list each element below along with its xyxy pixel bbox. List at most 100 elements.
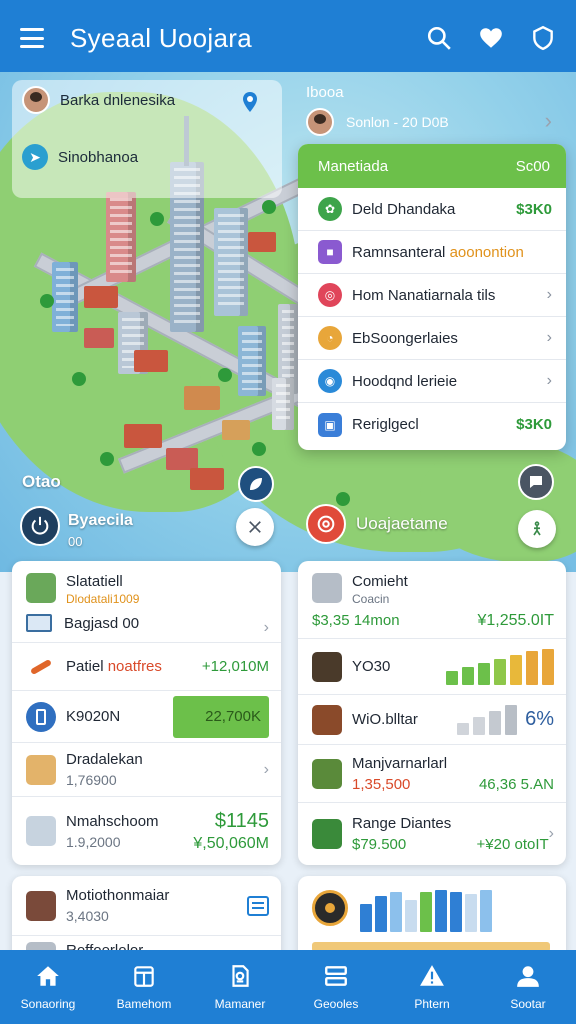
list-item[interactable]: Patiel noatfres +12,010M — [12, 643, 281, 691]
location-marker-button[interactable] — [238, 466, 274, 502]
tree — [150, 212, 164, 226]
menu-header-value: Sc00 — [515, 157, 550, 175]
row-value-right: +¥20 otoIT — [476, 836, 549, 853]
tab-layers[interactable]: Geooles — [288, 950, 384, 1024]
building — [106, 192, 136, 282]
right-location-header[interactable]: Ibooa Sonlon - 20 D0B › — [302, 80, 566, 140]
house — [124, 424, 162, 448]
sub-location-row[interactable]: ➤ Sinobhanoa — [22, 144, 138, 170]
bar — [510, 654, 522, 685]
building — [214, 208, 248, 316]
menu-item[interactable]: ✿ Deld Dhandaka $3K0 — [298, 188, 566, 231]
list-item[interactable]: Motiothonmaiar 3,4030 — [12, 876, 281, 936]
menu-item-value: $3K0 — [516, 416, 552, 433]
list-item[interactable]: K9020N 22,700K — [12, 691, 281, 743]
heart-icon[interactable] — [478, 25, 504, 51]
list-item[interactable]: YO30 — [298, 639, 566, 695]
menu-item[interactable]: ◔ EbSoongerlaies › — [298, 317, 566, 360]
house — [184, 386, 220, 410]
avatar — [306, 108, 334, 136]
menu-item[interactable]: ▣ Reriglgecl $3K0 — [298, 403, 566, 446]
shield-icon[interactable] — [530, 25, 556, 51]
row-title: K9020N — [66, 708, 121, 725]
building — [272, 378, 294, 430]
menu-item[interactable]: ◉ Hoodqnd lerieie › — [298, 360, 566, 403]
navigation-icon: ➤ — [22, 144, 48, 170]
menu-header-label: Manetiada — [318, 157, 389, 175]
tab-alerts[interactable]: Phtern — [384, 950, 480, 1024]
person-walk-icon — [533, 521, 541, 536]
bar-chart — [360, 890, 492, 932]
bar — [435, 890, 447, 932]
shop-icon — [312, 758, 342, 789]
power-button[interactable] — [20, 506, 60, 546]
power-icon — [31, 516, 49, 535]
leaf-icon — [250, 478, 262, 490]
pie-chart-icon: ◔ — [318, 326, 342, 350]
target-button[interactable] — [306, 504, 346, 544]
row-value: 6% — [525, 708, 554, 730]
list-item[interactable]: Manjvarnarlarl 1,35,500 46,36 5.AN — [298, 745, 566, 803]
row-subtitle: 3,4030 — [66, 908, 109, 924]
bar — [405, 900, 417, 932]
hamburger-menu-button[interactable] — [20, 28, 44, 48]
house — [134, 350, 168, 372]
house — [190, 468, 224, 490]
list-item[interactable]: Dradalekan 1,76900 › — [12, 743, 281, 797]
bar — [478, 662, 490, 685]
list-item[interactable]: Range Diantes $79.500 +¥20 otoIT › — [298, 803, 566, 865]
tab-label: Sootar — [510, 997, 546, 1011]
bar — [505, 704, 518, 735]
tab-documents[interactable]: Mamaner — [192, 950, 288, 1024]
row-title: WiO.blltar — [352, 711, 418, 728]
record-icon[interactable] — [312, 890, 348, 926]
store-icon — [134, 966, 154, 987]
chevron-right-icon: › — [544, 108, 552, 133]
bar — [390, 892, 402, 932]
target-icon — [317, 515, 335, 533]
house — [222, 420, 250, 440]
list-icon[interactable] — [247, 895, 269, 916]
wrench-icon — [31, 659, 51, 674]
chat-button[interactable] — [518, 464, 554, 500]
row-value: +12,010M — [201, 658, 269, 675]
search-icon[interactable] — [426, 25, 452, 51]
bar — [462, 666, 474, 685]
list-item[interactable]: WiO.blltar 6% — [298, 695, 566, 745]
row-title: Motiothonmaiar — [66, 887, 170, 904]
tools-button[interactable] — [236, 508, 274, 546]
row-title: Patiel noatfres — [66, 658, 162, 675]
location-menu-card: Manetiada Sc00 ✿ Deld Dhandaka $3K0 ■ Ra… — [298, 144, 566, 450]
list-item[interactable]: Slatatiell Dlodatali1009 Bagjasd 00 › — [12, 561, 281, 643]
menu-item[interactable]: ◎ Hom Nanatiarnala tils › — [298, 274, 566, 317]
bar — [446, 670, 458, 685]
printer-icon — [312, 573, 342, 603]
right-map-label: Uoajaetame — [356, 514, 448, 533]
house — [248, 232, 276, 252]
list-item[interactable]: Comieht Coacin $3,35 14mon ¥1,255.0IT — [298, 561, 566, 639]
chat-icon — [530, 476, 542, 488]
bar — [494, 658, 506, 685]
walk-button[interactable] — [518, 510, 556, 548]
tab-label: Bamehom — [116, 997, 172, 1011]
row-subtitle: 1.9,2000 — [66, 833, 121, 850]
menu-item-value: $3K0 — [516, 200, 552, 218]
menu-item-label: EbSoongerlaies — [352, 329, 458, 347]
document-icon — [232, 965, 249, 987]
tab-home[interactable]: Sonaoring — [0, 950, 96, 1024]
tab-profile[interactable]: Sootar — [480, 950, 576, 1024]
tools-icon — [312, 704, 342, 735]
location-row[interactable]: Barka dnlenesika — [22, 86, 175, 114]
bar-chart — [457, 704, 518, 735]
tab-store[interactable]: Bamehom — [96, 950, 192, 1024]
menu-item[interactable]: ■ Ramnsanteral aoonontion — [298, 231, 566, 274]
bottom-tab-bar: Sonaoring Bamehom Mamaner Geooles Phtern… — [0, 950, 576, 1024]
list-item[interactable]: Nmahschoom 1.9,2000 $1145 ¥,50,060M — [12, 797, 281, 865]
row-value-right: ¥1,255.0IT — [477, 612, 555, 629]
map-pin-icon[interactable] — [238, 90, 262, 114]
right-header-subtitle: Sonlon - 20 D0B — [346, 114, 449, 130]
row-value-left: 1,35,500 — [352, 775, 411, 793]
row-title: Slatatiell — [66, 573, 123, 590]
globe-icon: ◉ — [318, 369, 342, 393]
house — [166, 448, 198, 470]
